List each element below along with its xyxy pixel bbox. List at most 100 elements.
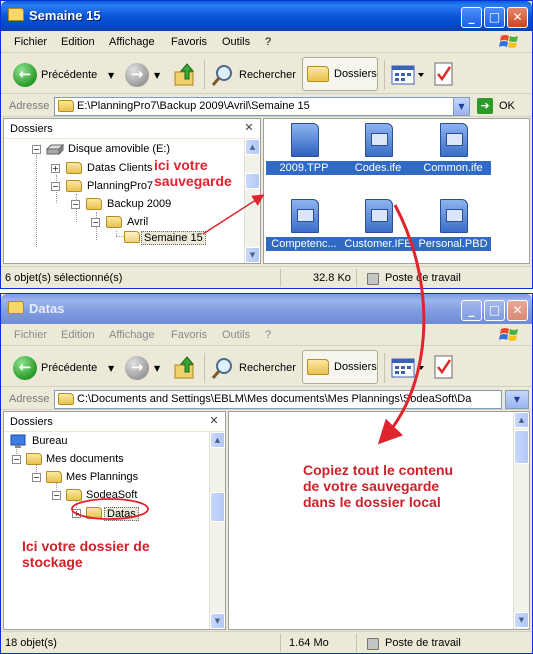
- views-icon[interactable]: [391, 357, 425, 379]
- views-icon[interactable]: [391, 64, 425, 86]
- forward-arrow-icon: →: [125, 63, 149, 87]
- status-bar: 6 objet(s) sélectionné(s) 32.8 Ko Poste …: [1, 266, 532, 288]
- folders-icon: [307, 359, 329, 375]
- maximize-button[interactable]: □: [484, 300, 505, 321]
- file-item[interactable]: Competenc...: [266, 199, 342, 261]
- vertical-scrollbar[interactable]: ▲ ▼: [513, 412, 529, 629]
- menu-help[interactable]: ?: [265, 36, 271, 48]
- menu-affichage[interactable]: Affichage: [109, 329, 155, 341]
- address-input[interactable]: E:\PlanningPro7\Backup 2009\Avril\Semain…: [54, 97, 470, 116]
- tree-item-label: SodeaSoft: [86, 489, 138, 501]
- file-name: Common.ife: [415, 161, 491, 175]
- annotation-storage: Ici votre dossier de stockage: [22, 538, 150, 570]
- back-dropdown-icon[interactable]: ▼: [108, 71, 114, 80]
- scroll-thumb[interactable]: [245, 173, 260, 189]
- folders-toggle-button[interactable]: Dossiers: [302, 350, 378, 384]
- scroll-thumb[interactable]: [514, 430, 529, 464]
- title-bar[interactable]: Semaine 15 _ □ ✕: [1, 1, 532, 31]
- close-button[interactable]: ✕: [507, 300, 528, 321]
- close-pane-icon[interactable]: ✕: [242, 121, 256, 135]
- back-label: Précédente: [41, 362, 98, 374]
- menu-bar: Fichier Edition Affichage Favoris Outils…: [1, 31, 532, 53]
- scroll-up-icon[interactable]: ▲: [210, 432, 225, 448]
- collapse-icon[interactable]: −: [51, 182, 60, 191]
- folder-icon: [8, 301, 24, 314]
- go-button[interactable]: ➜ OK: [475, 97, 530, 116]
- status-size: 32.8 Ko: [285, 269, 357, 287]
- menu-favoris[interactable]: Favoris: [171, 329, 207, 341]
- folders-tree-pane: Dossiers ✕ Bureau − Mes documents − Mes …: [3, 411, 226, 630]
- close-pane-icon[interactable]: ✕: [207, 414, 221, 428]
- close-button[interactable]: ✕: [507, 7, 528, 28]
- search-button[interactable]: Rechercher: [209, 61, 299, 89]
- collapse-icon[interactable]: −: [12, 455, 21, 464]
- scroll-down-icon[interactable]: ▼: [210, 613, 225, 629]
- back-button[interactable]: ← Précédente ▼: [11, 61, 119, 89]
- back-dropdown-icon[interactable]: ▼: [108, 364, 114, 373]
- tree-item-label: Datas Clients: [87, 162, 153, 174]
- file-item[interactable]: Personal.PBD: [415, 199, 491, 261]
- file-name: Customer.IFE: [340, 237, 416, 251]
- folders-pane-header: Dossiers ✕: [4, 412, 225, 432]
- toolbar-separator: [384, 353, 385, 383]
- forward-dropdown-icon[interactable]: ▼: [154, 71, 160, 80]
- menu-edition[interactable]: Edition: [61, 329, 95, 341]
- collapse-icon[interactable]: −: [52, 491, 61, 500]
- tree-item-label: Semaine 15: [141, 231, 206, 245]
- collapse-icon[interactable]: −: [32, 145, 41, 154]
- ife-file-icon: [440, 123, 468, 157]
- menu-outils[interactable]: Outils: [222, 329, 250, 341]
- toolbar: ← Précédente ▼ → ▼ Rechercher Dossiers: [1, 347, 532, 387]
- search-icon: [211, 358, 232, 379]
- maximize-button[interactable]: □: [484, 7, 505, 28]
- file-item[interactable]: 2009.TPP: [266, 123, 342, 185]
- scroll-up-icon[interactable]: ▲: [514, 412, 529, 428]
- menu-affichage[interactable]: Affichage: [109, 36, 155, 48]
- expand-icon[interactable]: +: [51, 164, 60, 173]
- toolbar: ← Précédente ▼ → ▼ Rechercher Dossiers: [1, 54, 532, 94]
- scroll-down-icon[interactable]: ▼: [514, 612, 529, 628]
- menu-fichier[interactable]: Fichier: [14, 36, 47, 48]
- back-button[interactable]: ← Précédente ▼: [11, 354, 119, 382]
- minimize-button[interactable]: _: [461, 7, 482, 28]
- folder-icon: [66, 162, 82, 174]
- address-dropdown-icon[interactable]: ▼: [453, 98, 469, 115]
- address-input[interactable]: C:\Documents and Settings\EBLM\Mes docum…: [54, 390, 502, 409]
- forward-button[interactable]: → ▼: [125, 354, 165, 382]
- menu-outils[interactable]: Outils: [222, 36, 250, 48]
- menu-fichier[interactable]: Fichier: [14, 329, 47, 341]
- vertical-scrollbar[interactable]: ▲ ▼: [209, 432, 225, 629]
- forward-dropdown-icon[interactable]: ▼: [154, 364, 160, 373]
- menu-favoris[interactable]: Favoris: [171, 36, 207, 48]
- folders-toggle-button[interactable]: Dossiers: [302, 57, 378, 91]
- scroll-down-icon[interactable]: ▼: [245, 247, 260, 263]
- scroll-up-icon[interactable]: ▲: [245, 139, 260, 155]
- menu-help[interactable]: ?: [265, 329, 271, 341]
- menu-edition[interactable]: Edition: [61, 36, 95, 48]
- vertical-scrollbar[interactable]: ▲ ▼: [244, 139, 260, 263]
- collapse-icon[interactable]: −: [32, 473, 41, 482]
- title-bar[interactable]: Datas _ □ ✕: [1, 294, 532, 324]
- status-selection: 6 objet(s) sélectionné(s): [5, 269, 281, 287]
- file-item[interactable]: Customer.IFE: [340, 199, 416, 261]
- scroll-thumb[interactable]: [210, 492, 225, 522]
- search-button[interactable]: Rechercher: [209, 354, 299, 382]
- annotation-copy: Copiez tout le contenu de votre sauvegar…: [303, 462, 454, 510]
- address-dropdown-icon[interactable]: ▼: [505, 390, 529, 409]
- file-item[interactable]: Common.ife: [415, 123, 491, 185]
- folder-up-icon[interactable]: [173, 62, 197, 88]
- minimize-button[interactable]: _: [461, 300, 482, 321]
- files-pane: 2009.TPP Codes.ife Common.ife Competenc.…: [263, 118, 530, 264]
- properties-icon[interactable]: [433, 354, 455, 380]
- forward-button[interactable]: → ▼: [125, 61, 165, 89]
- folder-icon: [86, 198, 102, 210]
- properties-icon[interactable]: [433, 61, 455, 87]
- expand-icon[interactable]: +: [72, 509, 81, 518]
- collapse-icon[interactable]: −: [91, 218, 100, 227]
- forward-arrow-icon: →: [125, 356, 149, 380]
- file-item[interactable]: Codes.ife: [340, 123, 416, 185]
- documents-folder-icon: [26, 453, 42, 465]
- collapse-icon[interactable]: −: [71, 200, 80, 209]
- address-bar: Adresse E:\PlanningPro7\Backup 2009\Avri…: [1, 95, 532, 117]
- folder-up-icon[interactable]: [173, 355, 197, 381]
